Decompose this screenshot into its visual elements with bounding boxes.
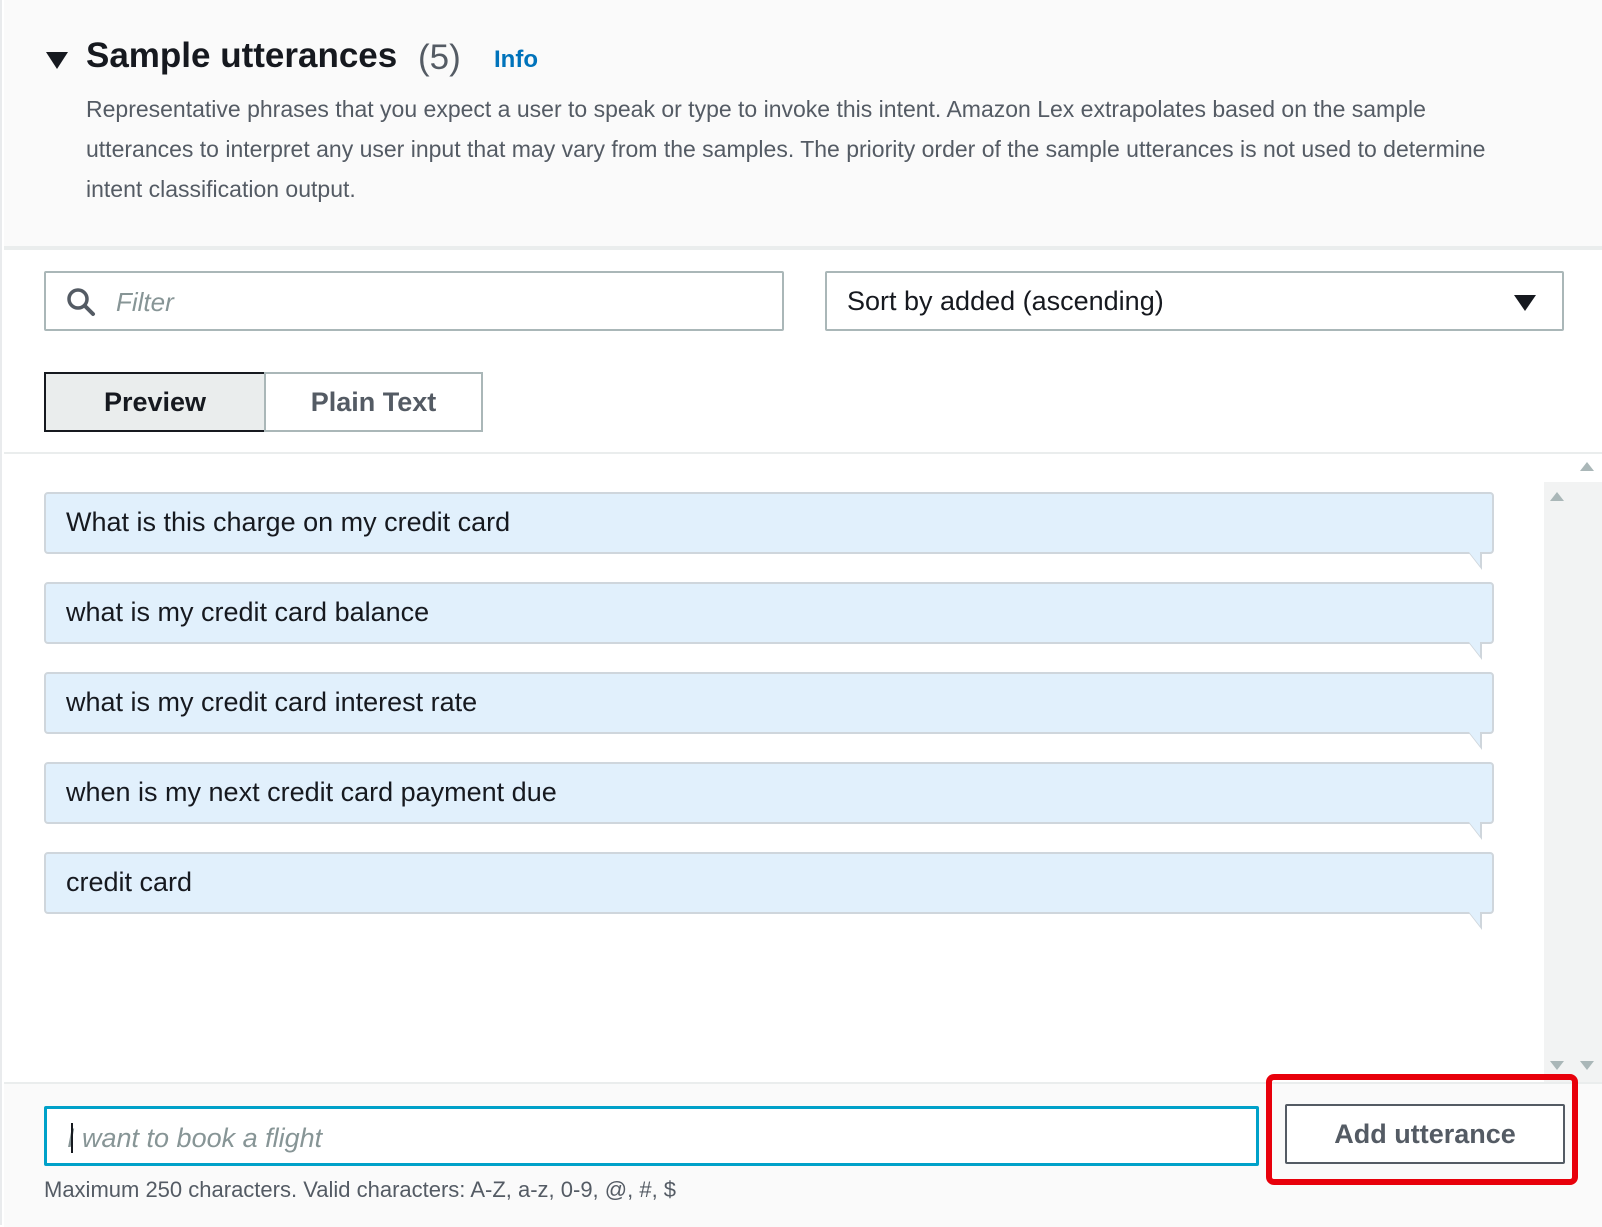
utterance-text: what is my credit card balance xyxy=(66,597,430,627)
filter-input[interactable] xyxy=(114,281,768,323)
utterance-text: What is this charge on my credit card xyxy=(66,507,511,537)
sample-utterances-panel: Sample utterances (5) Info Representativ… xyxy=(0,0,1602,1227)
tab-preview[interactable]: Preview xyxy=(44,372,266,432)
bubble-tail-fill xyxy=(1469,912,1480,926)
list-scrollbar[interactable] xyxy=(1544,482,1602,1082)
section-header: Sample utterances (5) Info Representativ… xyxy=(4,0,1602,250)
utterance-text: what is my credit card interest rate xyxy=(66,687,478,717)
utterance-item[interactable]: credit card xyxy=(44,852,1494,930)
input-constraint-text: Maximum 250 characters. Valid characters… xyxy=(44,1177,677,1202)
utterance-item[interactable]: what is my credit card interest rate xyxy=(44,672,1494,750)
bubble-tail-fill xyxy=(1469,822,1480,836)
list-divider xyxy=(4,452,1602,454)
utterance-list: What is this charge on my credit card wh… xyxy=(44,492,1494,942)
scroll-up-icon[interactable] xyxy=(1580,462,1594,471)
utterance-count: (5) xyxy=(418,38,461,77)
utterance-text: when is my next credit card payment due xyxy=(66,777,557,807)
caret-down-icon[interactable] xyxy=(46,52,68,69)
bubble-tail-fill xyxy=(1469,732,1480,746)
utterance-text: credit card xyxy=(66,867,193,897)
utterance-item[interactable]: What is this charge on my credit card xyxy=(44,492,1494,570)
bubble-tail-fill xyxy=(1469,552,1480,566)
dropdown-arrow-icon xyxy=(1514,295,1536,311)
add-utterance-button[interactable]: Add utterance xyxy=(1285,1104,1565,1164)
scroll-down-icon[interactable] xyxy=(1580,1061,1594,1070)
sort-selected-label: Sort by added (ascending) xyxy=(847,286,1164,316)
sort-select[interactable]: Sort by added (ascending) xyxy=(825,271,1564,331)
filter-field[interactable] xyxy=(44,271,784,331)
utterance-item[interactable]: what is my credit card balance xyxy=(44,582,1494,660)
text-cursor xyxy=(71,1123,73,1153)
info-link[interactable]: Info xyxy=(494,46,538,74)
bubble-tail-fill xyxy=(1469,642,1480,656)
utterance-item[interactable]: when is my next credit card payment due xyxy=(44,762,1494,840)
scroll-up-icon[interactable] xyxy=(1550,492,1564,501)
add-utterance-field[interactable] xyxy=(44,1106,1259,1166)
add-utterance-input[interactable] xyxy=(65,1117,1239,1159)
tab-plain-text[interactable]: Plain Text xyxy=(264,372,483,432)
view-mode-toggle: Preview Plain Text xyxy=(44,372,483,432)
section-title[interactable]: Sample utterances xyxy=(86,36,397,76)
section-description: Representative phrases that you expect a… xyxy=(86,96,1486,202)
search-icon xyxy=(67,288,95,316)
scroll-down-icon[interactable] xyxy=(1550,1061,1564,1070)
